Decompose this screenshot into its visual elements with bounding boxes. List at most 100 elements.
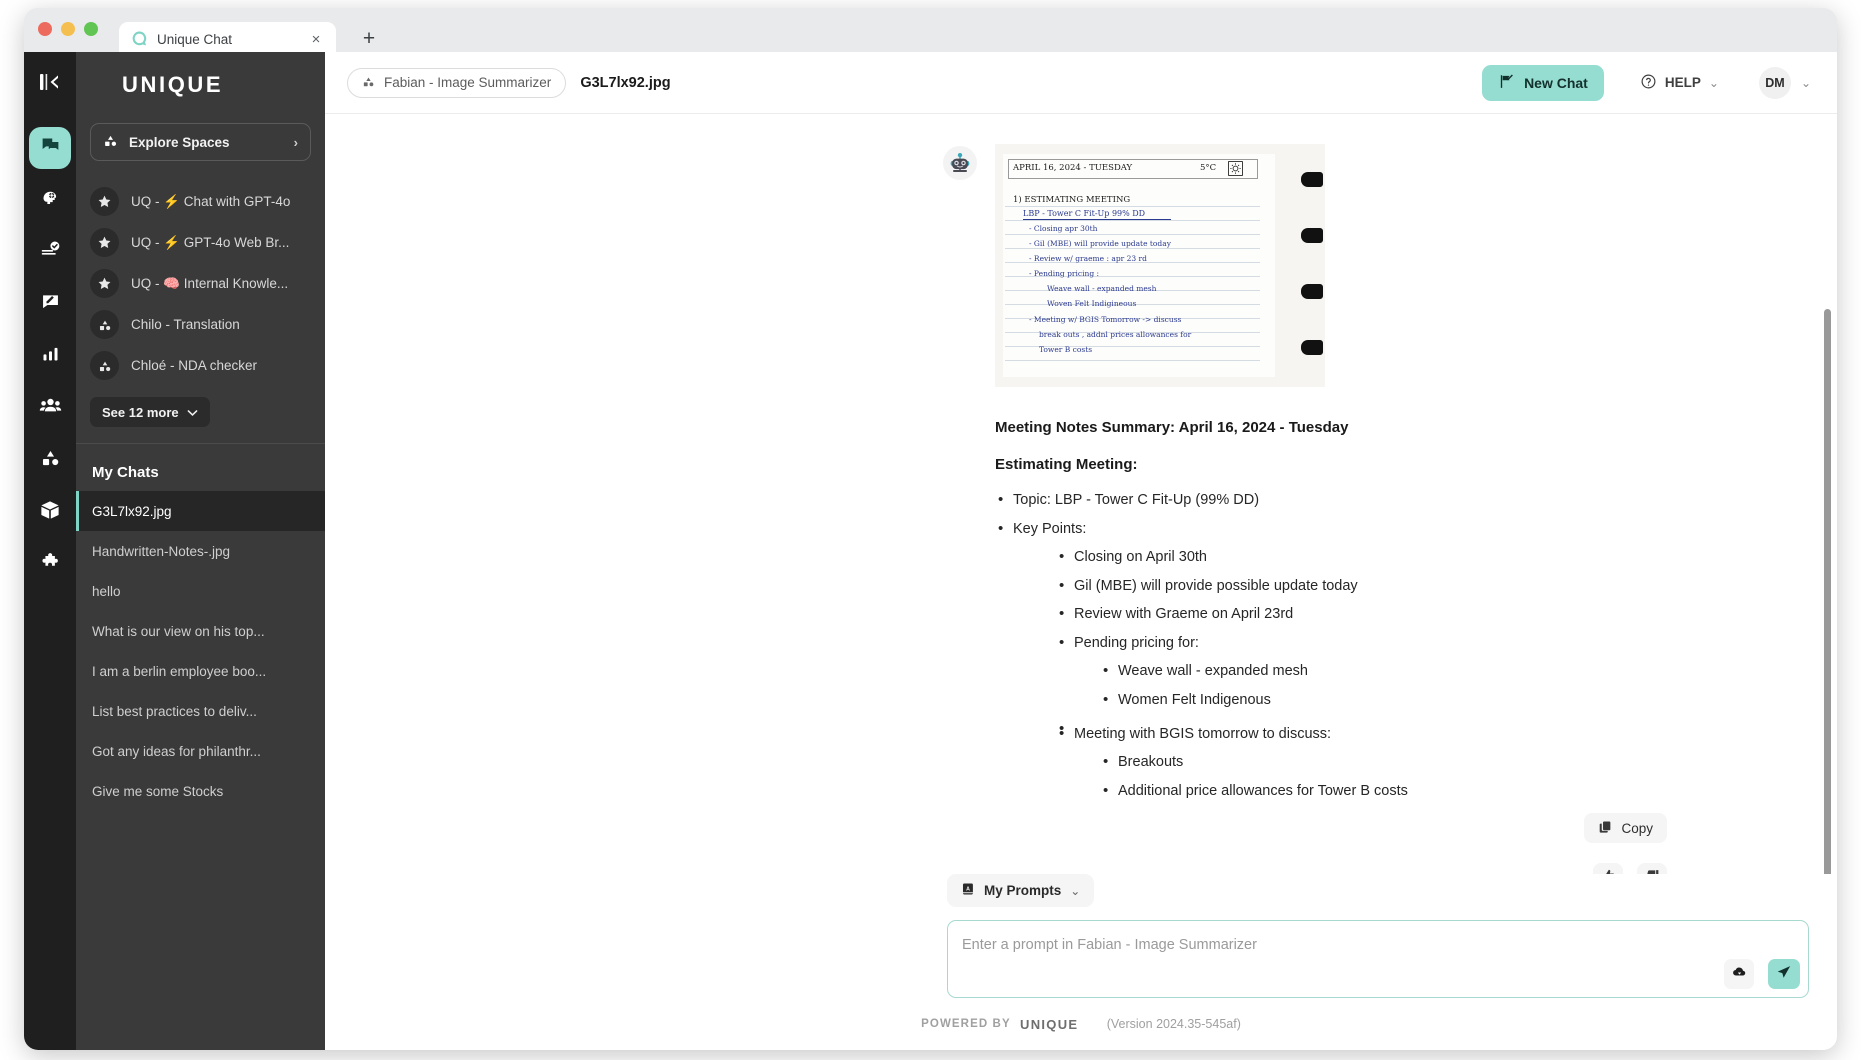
my-prompts-button[interactable]: A My Prompts ⌄ [947, 874, 1095, 907]
message-edit-icon [40, 291, 61, 317]
sidebar-item-integrations[interactable] [29, 543, 71, 585]
star-icon [90, 269, 119, 298]
unique-wordmark: UNIQUE [76, 52, 325, 118]
sidebar-item-knowledge[interactable] [29, 491, 71, 533]
close-icon[interactable]: × [308, 32, 324, 48]
see-more-button[interactable]: See 12 more [90, 397, 210, 427]
top-bar: Fabian - Image Summarizer G3L7lx92.jpg N… [325, 52, 1837, 114]
copy-label: Copy [1621, 820, 1653, 836]
chat-item-label: Handwritten-Notes-.jpg [92, 543, 231, 559]
sun-icon [1228, 161, 1243, 181]
sidebar-item-prompts[interactable] [29, 283, 71, 325]
sidebar-item-people[interactable] [29, 387, 71, 429]
list-item[interactable]: hello [76, 571, 325, 611]
question-circle-icon [1640, 73, 1657, 93]
chevron-right-icon: › [293, 134, 298, 150]
assistant-chip[interactable]: Fabian - Image Summarizer [347, 67, 567, 98]
conversation-area: APRIL 16, 2024 - TUESDAY 5°C 1) ESTIMATI… [325, 114, 1837, 874]
binder-tab [1301, 172, 1323, 187]
checklist-icon [40, 239, 61, 265]
see-more-label: See 12 more [102, 404, 179, 420]
bullet-item: Review with Graeme on April 23rd [1056, 604, 1667, 625]
list-item[interactable]: Give me some Stocks [76, 771, 325, 811]
bullet-item: Gil (MBE) will provide possible update t… [1056, 576, 1667, 597]
space-item[interactable]: UQ - ⚡ Chat with GPT-4o [90, 181, 311, 222]
space-item[interactable]: Chloé - NDA checker [90, 345, 311, 386]
prompt-input-wrapper[interactable]: Enter a prompt in Fabian - Image Summari… [947, 920, 1809, 998]
new-tab-button[interactable]: + [357, 28, 381, 52]
binder-tab [1301, 284, 1323, 299]
new-chat-button[interactable]: New Chat [1482, 64, 1604, 101]
prompt-input[interactable]: Enter a prompt in Fabian - Image Summari… [962, 937, 1257, 953]
explore-spaces-button[interactable]: Explore Spaces › [90, 123, 311, 161]
collapse-sidebar-icon[interactable] [35, 67, 65, 97]
sidebar-item-tasks[interactable] [29, 231, 71, 273]
thumbs-down-icon [1645, 868, 1660, 874]
summary-bullets: Topic: LBP - Tower C Fit-Up (99% DD) Key… [995, 490, 1667, 802]
chat-item-label: What is our view on his top... [92, 623, 265, 639]
window-traffic-lights [38, 22, 98, 36]
avatar: DM [1758, 66, 1791, 99]
space-item[interactable]: Chilo - Translation [90, 304, 311, 345]
chevron-down-icon [187, 405, 198, 420]
thumbs-up-button[interactable] [1593, 863, 1623, 874]
bullet-label: Pending pricing for: [1074, 634, 1199, 651]
bullet-item: Key Points: Closing on April 30th Gil (M… [995, 519, 1667, 802]
icon-rail [24, 52, 76, 1050]
close-window-button[interactable] [38, 22, 52, 36]
note-date-line: APRIL 16, 2024 - TUESDAY [1013, 163, 1133, 173]
summary-title: Meeting Notes Summary: April 16, 2024 - … [995, 419, 1349, 436]
svg-text:A: A [966, 887, 970, 893]
space-item-label: UQ - ⚡ GPT-4o Web Br... [131, 234, 290, 250]
minimize-window-button[interactable] [61, 22, 75, 36]
bullet-item: Additional price allowances for Tower B … [1100, 781, 1667, 802]
box-icon [39, 499, 61, 526]
space-item-label: UQ - 🧠 Internal Knowle... [131, 275, 289, 291]
sidebar-item-analytics[interactable] [29, 335, 71, 377]
note-line: - Review w/ graeme : apr 23 rd [1029, 254, 1147, 263]
handwritten-note-image[interactable]: APRIL 16, 2024 - TUESDAY 5°C 1) ESTIMATI… [995, 144, 1325, 387]
list-item[interactable]: What is our view on his top... [76, 611, 325, 651]
space-item[interactable]: UQ - 🧠 Internal Knowle... [90, 263, 311, 304]
maximize-window-button[interactable] [84, 22, 98, 36]
sidebar-item-spaces[interactable] [29, 439, 71, 481]
bullet-item: Women Felt Indigenous [1100, 690, 1667, 711]
bullet-item: Weave wall - expanded mesh [1100, 661, 1667, 682]
my-chats-heading: My Chats [92, 464, 159, 481]
list-item[interactable]: Handwritten-Notes-.jpg [76, 531, 325, 571]
list-item[interactable]: I am a berlin employee boo... [76, 651, 325, 691]
send-button[interactable] [1768, 959, 1800, 989]
bullet-item: Topic: LBP - Tower C Fit-Up (99% DD) [995, 490, 1667, 511]
favorite-spaces-list: UQ - ⚡ Chat with GPT-4o UQ - ⚡ GPT-4o We… [76, 181, 325, 386]
bar-chart-icon [40, 343, 61, 369]
upload-button[interactable] [1724, 959, 1754, 989]
space-item[interactable]: UQ - ⚡ GPT-4o Web Br... [90, 222, 311, 263]
my-prompts-label: My Prompts [984, 883, 1062, 898]
summary-sub-sub-bullets: Weave wall - expanded mesh Women Felt In… [1100, 661, 1667, 711]
svg-text:UNIQUE: UNIQUE [122, 72, 223, 97]
list-item[interactable]: Got any ideas for philanthr... [76, 731, 325, 771]
sidebar-item-assistants[interactable] [29, 179, 71, 221]
composer: A My Prompts ⌄ Enter a prompt in Fabian … [325, 874, 1837, 998]
browser-titlebar: Unique Chat × + [24, 8, 1837, 57]
browser-window: Unique Chat × + UNIQUE Explore Spaces › … [24, 8, 1837, 1050]
copy-button[interactable]: Copy [1584, 813, 1667, 844]
page-title: G3L7lx92.jpg [580, 74, 671, 91]
bullet-label: Key Points: [1013, 520, 1087, 537]
users-icon [39, 394, 62, 422]
user-menu[interactable]: DM ⌄ [1758, 66, 1811, 99]
help-menu[interactable]: HELP ⌄ [1640, 73, 1719, 93]
bullet-item: Closing on April 30th [1056, 547, 1667, 568]
prompts-row: A My Prompts ⌄ [325, 874, 1837, 907]
message-body: APRIL 16, 2024 - TUESDAY 5°C 1) ESTIMATI… [995, 144, 1667, 874]
note-line: - Pending pricing : [1029, 269, 1100, 278]
conversation-scrollbar[interactable] [1824, 309, 1831, 874]
list-item[interactable]: G3L7lx92.jpg [76, 491, 325, 531]
sidebar-item-chat[interactable] [29, 127, 71, 169]
main-panel: Fabian - Image Summarizer G3L7lx92.jpg N… [325, 52, 1837, 1050]
list-item[interactable]: List best practices to deliv... [76, 691, 325, 731]
thumbs-down-button[interactable] [1637, 863, 1667, 874]
app-root: UNIQUE Explore Spaces › UQ - ⚡ Chat with… [24, 52, 1837, 1050]
footer: POWERED BY UNIQUE (Version 2024.35-545af… [325, 998, 1837, 1050]
chat-item-label: Give me some Stocks [92, 783, 224, 799]
